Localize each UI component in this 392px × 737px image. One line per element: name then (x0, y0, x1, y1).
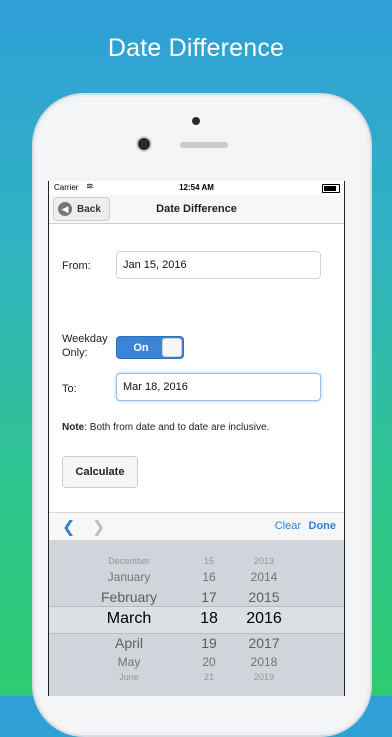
month-option[interactable]: May (84, 655, 174, 669)
note-text: : Both from date and to date are inclusi… (84, 422, 270, 433)
toggle-knob (162, 338, 182, 357)
status-bar: Carrier ≋ 12:54 AM (49, 181, 344, 195)
date-picker[interactable]: December January February March April May June… (49, 540, 344, 696)
month-option[interactable]: April (84, 635, 174, 651)
year-option[interactable]: 2013 (239, 556, 289, 566)
navigation-bar: ◀ Back Date Difference (49, 195, 344, 224)
weekday-only-label: Weekday Only: (62, 332, 108, 360)
to-date-value: Mar 18, 2016 (123, 381, 188, 393)
from-date-value: Jan 15, 2016 (123, 259, 187, 271)
weekday-only-toggle[interactable]: On (116, 336, 184, 359)
inclusive-note: Note: Both from date and to date are inc… (62, 422, 269, 433)
to-label: To: (62, 383, 77, 395)
year-option[interactable]: 2014 (239, 570, 289, 584)
year-option[interactable]: 2018 (239, 655, 289, 669)
day-wheel[interactable]: 15 16 17 18 19 20 21 (189, 540, 229, 696)
day-option[interactable]: 17 (189, 589, 229, 605)
month-option[interactable]: March (84, 610, 174, 628)
from-date-field[interactable]: Jan 15, 2016 (116, 251, 321, 279)
status-time: 12:54 AM (179, 183, 214, 192)
calculate-button[interactable]: Calculate (62, 456, 138, 488)
year-option[interactable]: 2015 (239, 589, 289, 605)
app-screen: Carrier ≋ 12:54 AM ◀ Back Date Differenc… (48, 181, 345, 696)
chevron-left-icon[interactable]: ❮ (62, 517, 75, 537)
promo-headline: Date Difference (107, 34, 285, 62)
speaker-grille (180, 142, 228, 148)
form-content: From: Jan 15, 2016 Weekday Only: On To: … (49, 224, 344, 512)
sensor-dot (192, 117, 200, 125)
day-option[interactable]: 20 (189, 655, 229, 669)
month-option[interactable]: June (84, 672, 174, 682)
weekday-label-line2: Only: (62, 347, 88, 359)
month-option[interactable]: January (84, 570, 174, 584)
note-bold-label: Note (62, 422, 85, 433)
done-button[interactable]: Done (309, 520, 337, 532)
month-option[interactable]: December (84, 556, 174, 566)
toggle-on-label: On (133, 342, 149, 354)
day-option[interactable]: 18 (189, 610, 229, 628)
year-option[interactable]: 2016 (239, 610, 289, 628)
picker-toolbar: ❮ ❯ Clear Done (49, 512, 344, 541)
clear-button[interactable]: Clear (275, 520, 301, 532)
year-wheel[interactable]: 2013 2014 2015 2016 2017 2018 2019 (239, 540, 289, 696)
year-option[interactable]: 2019 (239, 672, 289, 682)
day-option[interactable]: 15 (189, 556, 229, 566)
day-option[interactable]: 19 (189, 635, 229, 651)
year-option[interactable]: 2017 (239, 635, 289, 651)
page-title: Date Difference (156, 203, 237, 215)
day-option[interactable]: 21 (189, 672, 229, 682)
month-wheel[interactable]: December January February March April May June (84, 540, 174, 696)
chevron-right-icon[interactable]: ❯ (92, 517, 105, 537)
weekday-label-line1: Weekday (62, 333, 108, 345)
to-date-field[interactable]: Mar 18, 2016 (116, 373, 321, 401)
from-label: From: (62, 260, 91, 272)
front-camera (138, 138, 150, 150)
day-option[interactable]: 16 (189, 570, 229, 584)
month-option[interactable]: February (84, 589, 174, 605)
battery-icon (322, 184, 340, 193)
